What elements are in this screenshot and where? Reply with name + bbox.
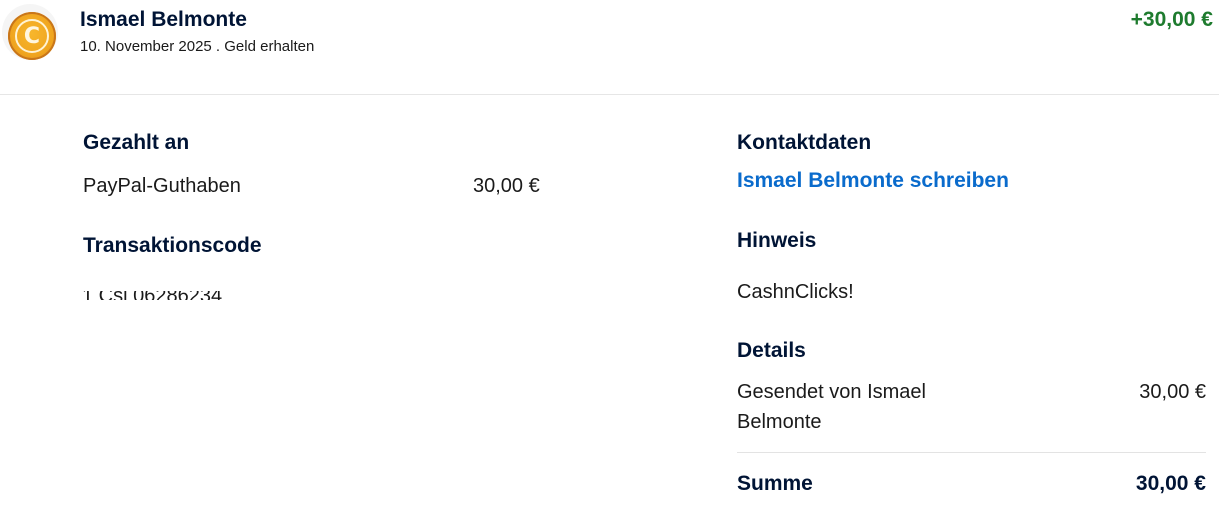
redaction-mask-top xyxy=(78,282,318,291)
message-contact-link[interactable]: Ismael Belmonte schreiben xyxy=(737,169,1009,193)
details-heading: Details xyxy=(737,339,806,362)
paid-to-heading: Gezahlt an xyxy=(83,131,190,154)
details-divider xyxy=(737,452,1206,453)
contact-heading: Kontaktdaten xyxy=(737,131,872,154)
counterparty-name: Ismael Belmonte xyxy=(80,8,247,31)
coin-icon: C xyxy=(8,12,56,60)
transaction-amount: +30,00 € xyxy=(1130,8,1213,31)
redaction-mask-bottom xyxy=(78,300,318,312)
details-line-label-2: Belmonte xyxy=(737,411,822,433)
total-value: 30,00 € xyxy=(1135,472,1206,495)
coin-letter: C xyxy=(15,19,49,53)
paid-to-value: 30,00 € xyxy=(473,175,540,197)
details-line-value: 30,00 € xyxy=(1139,381,1206,403)
transaction-subtitle: 10. November 2025 . Geld erhalten xyxy=(80,38,315,55)
note-text: CashnClicks! xyxy=(737,281,854,303)
transaction-header: C Ismael Belmonte 10. November 2025 . Ge… xyxy=(0,0,1219,95)
avatar: C xyxy=(2,4,58,60)
paid-to-label: PayPal-Guthaben xyxy=(83,175,241,197)
note-heading: Hinweis xyxy=(737,229,817,252)
transaction-code-heading: Transaktionscode xyxy=(83,234,262,257)
details-line-label: Gesendet von Ismael xyxy=(737,381,926,403)
total-label: Summe xyxy=(737,472,813,495)
